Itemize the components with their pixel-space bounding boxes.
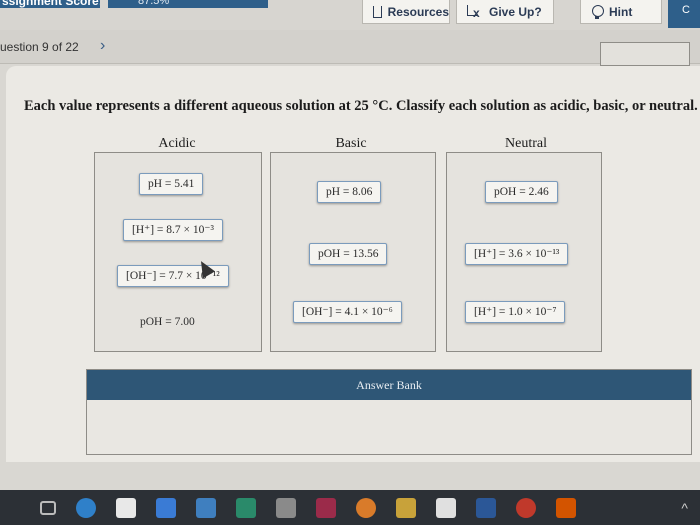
give-up-button[interactable]: x Give Up?	[456, 0, 554, 24]
question-nav-box	[600, 42, 690, 66]
give-up-icon: x	[467, 4, 483, 19]
dropbox-icon[interactable]	[156, 497, 176, 518]
chrome-icon[interactable]	[356, 497, 376, 518]
edge-icon[interactable]	[76, 497, 96, 518]
answer-bank-title: Answer Bank	[87, 370, 691, 400]
answer-chip[interactable]: pOH = 2.46	[485, 181, 558, 203]
answer-chip[interactable]: [H⁺] = 1.0 × 10⁻⁷	[465, 301, 566, 323]
acidic-header: Acidic	[158, 136, 196, 151]
top-bar: ssignment Score: 87.5% Resources x Give …	[0, 0, 700, 30]
app-icon-4[interactable]	[516, 497, 536, 518]
onenote-icon[interactable]	[316, 497, 336, 518]
task-view-icon[interactable]	[40, 500, 56, 515]
app-icon-3[interactable]	[436, 497, 456, 518]
extra-button[interactable]: C	[668, 0, 700, 28]
answer-chip[interactable]: [H⁺] = 3.6 × 10⁻¹³	[465, 243, 569, 265]
basic-header: Basic	[335, 136, 367, 151]
photos-icon[interactable]	[196, 497, 216, 518]
assignment-score-label: ssignment Score:	[0, 0, 100, 8]
answer-chip[interactable]: [H⁺] = 8.7 × 10⁻³	[123, 219, 223, 241]
chevron-up-icon[interactable]: ^	[681, 500, 688, 516]
app-icon[interactable]	[276, 497, 296, 518]
answer-chip[interactable]: [OH⁻] = 4.1 × 10⁻⁶	[293, 301, 402, 323]
resources-label: Resources	[387, 4, 449, 19]
assignment-score-value: 87.5%	[108, 0, 268, 8]
basic-bin[interactable]: pH = 8.06 pOH = 13.56 [OH⁻] = 4.1 × 10⁻⁶	[270, 152, 436, 352]
app-icon-2[interactable]	[396, 497, 416, 518]
lightbulb-icon	[591, 4, 604, 19]
answer-chip[interactable]: pH = 8.06	[317, 181, 382, 203]
store-icon[interactable]	[116, 497, 136, 518]
neutral-header: Neutral	[505, 136, 547, 151]
give-up-label: Give Up?	[489, 4, 542, 19]
word-icon[interactable]	[476, 497, 496, 518]
neutral-bin[interactable]: pOH = 2.46 [H⁺] = 3.6 × 10⁻¹³ [H⁺] = 1.0…	[446, 152, 602, 352]
stocks-icon[interactable]	[236, 497, 256, 518]
answer-chip[interactable]: pOH = 13.56	[309, 243, 388, 265]
resources-icon	[373, 5, 382, 18]
answer-bank[interactable]: Answer Bank	[86, 369, 692, 455]
question-prompt: Each value represents a different aqueou…	[24, 98, 698, 114]
answer-chip[interactable]: pH = 5.41	[139, 173, 204, 195]
question-nav: uestion 9 of 22 ›	[0, 30, 700, 66]
acidic-bin[interactable]: pH = 5.41 [H⁺] = 8.7 × 10⁻³ [OH⁻] = 7.7 …	[94, 152, 262, 352]
chevron-right-icon[interactable]: ›	[100, 37, 105, 55]
question-counter[interactable]: uestion 9 of 22	[0, 40, 79, 54]
resources-button[interactable]: Resources	[362, 0, 450, 24]
taskbar: ^	[0, 490, 700, 525]
hint-label: Hint	[609, 4, 633, 19]
app-icon-5[interactable]	[556, 497, 576, 518]
hint-button[interactable]: Hint	[580, 0, 662, 24]
answer-chip[interactable]: pOH = 7.00	[131, 311, 204, 333]
